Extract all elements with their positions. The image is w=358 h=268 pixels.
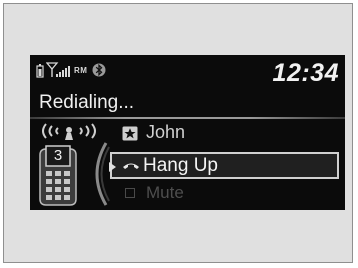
phone-battery-icon: [36, 64, 44, 78]
status-bar: RM 12:34: [30, 55, 345, 93]
hang-up-button[interactable]: Hang Up: [109, 152, 339, 179]
call-status-text: Redialing...: [39, 92, 135, 113]
mute-label: Mute: [146, 183, 184, 202]
selection-pointer-icon: [109, 162, 116, 172]
hang-up-icon: [123, 163, 139, 169]
phone-display-screen: RM 12:34 Redialing... 3 John Hang Up Mut…: [30, 55, 345, 210]
hang-up-label: Hang Up: [143, 155, 218, 176]
signal-strength-icon: [46, 62, 70, 77]
speed-dial-number: 3: [53, 147, 63, 164]
figure-frame: RM 12:34 Redialing... 3 John Hang Up Mut…: [3, 3, 353, 263]
calling-signal-icon: [42, 123, 96, 140]
mute-checkbox-icon: [125, 188, 135, 198]
contact-name: John: [146, 122, 186, 142]
star-icon: [122, 126, 138, 141]
selector-arc-decoration: [95, 142, 110, 206]
bluetooth-icon: [92, 63, 106, 77]
speed-dial-phone-icon: 3: [38, 145, 78, 210]
divider: [30, 117, 345, 119]
clock: 12:34: [272, 59, 339, 87]
roaming-indicator: RM: [74, 66, 88, 75]
